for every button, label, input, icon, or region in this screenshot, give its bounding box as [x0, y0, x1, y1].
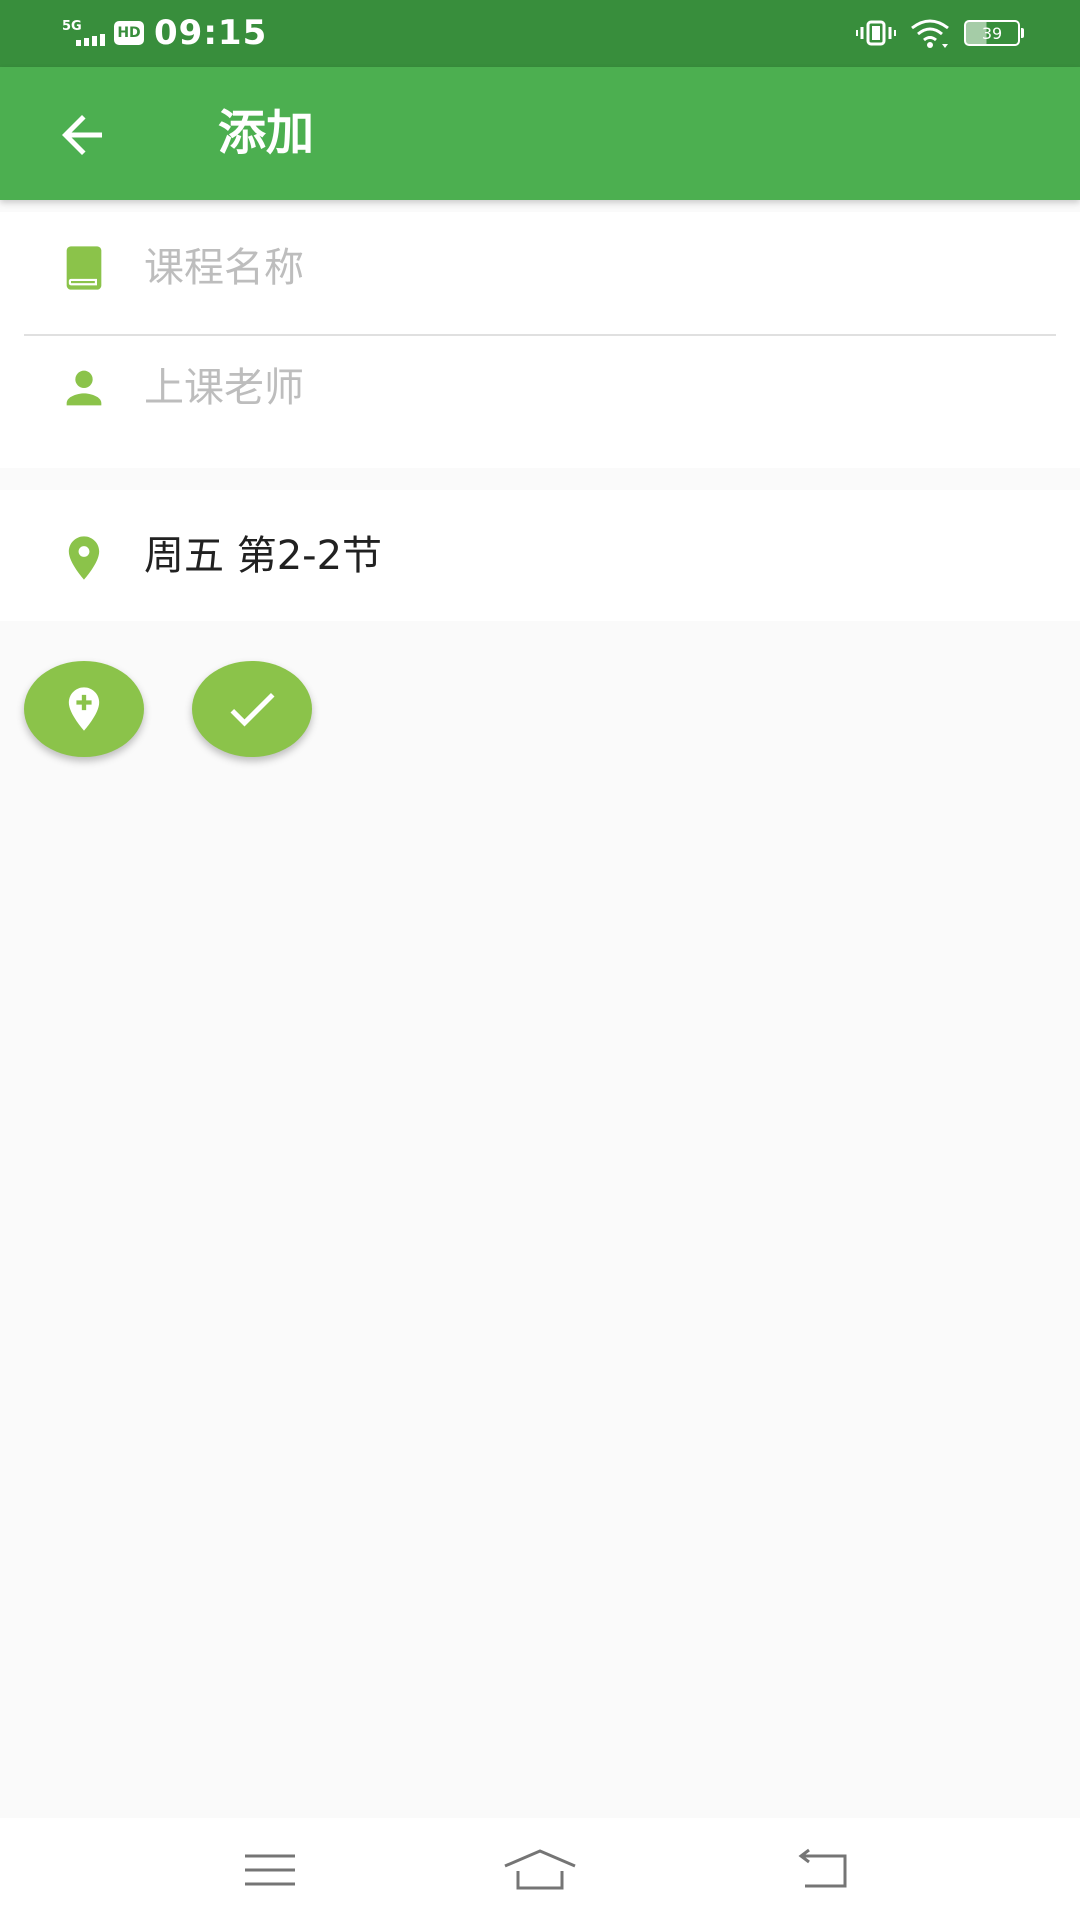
- home-button[interactable]: [500, 1842, 580, 1898]
- battery-level: 39: [981, 23, 1003, 43]
- schedule-item[interactable]: 周五 第2-2节: [0, 490, 1080, 621]
- back-button[interactable]: [52, 105, 112, 165]
- teacher-row: [0, 332, 1080, 447]
- person-icon: [66, 370, 102, 406]
- check-icon: [230, 692, 275, 727]
- course-name-input[interactable]: [144, 238, 1024, 298]
- status-left: 5G HD 09:15: [62, 10, 267, 56]
- app-bar: 添加: [0, 67, 1080, 200]
- course-info-card: [0, 212, 1080, 468]
- confirm-button[interactable]: [192, 661, 312, 757]
- status-time: 09:15: [154, 13, 268, 53]
- add-location-icon: [68, 687, 100, 731]
- hd-badge: HD: [114, 21, 144, 45]
- course-name-row: [0, 212, 1080, 327]
- teacher-input[interactable]: [144, 358, 1024, 418]
- signal-icon: 5G: [62, 19, 105, 46]
- battery-icon: 39: [964, 20, 1024, 46]
- book-icon: [66, 246, 102, 290]
- page-title: 添加: [218, 105, 315, 161]
- home-icon: [504, 1849, 576, 1890]
- wifi-icon: [911, 19, 949, 48]
- schedule-time-label: 周五 第2-2节: [144, 533, 383, 579]
- arrow-back-icon: [62, 115, 102, 155]
- system-nav-bar: [0, 1818, 1080, 1920]
- menu-icon: [245, 1854, 295, 1886]
- location-pin-icon: [68, 536, 100, 580]
- back-nav-button[interactable]: [784, 1842, 864, 1898]
- add-location-button[interactable]: [24, 661, 144, 757]
- menu-button[interactable]: [230, 1842, 310, 1898]
- status-bar: 5G HD 09:15 39: [0, 0, 1080, 67]
- network-label: 5G: [62, 19, 82, 34]
- return-icon: [798, 1848, 847, 1888]
- vibrate-icon: [856, 20, 896, 46]
- status-right: 39: [856, 10, 1024, 56]
